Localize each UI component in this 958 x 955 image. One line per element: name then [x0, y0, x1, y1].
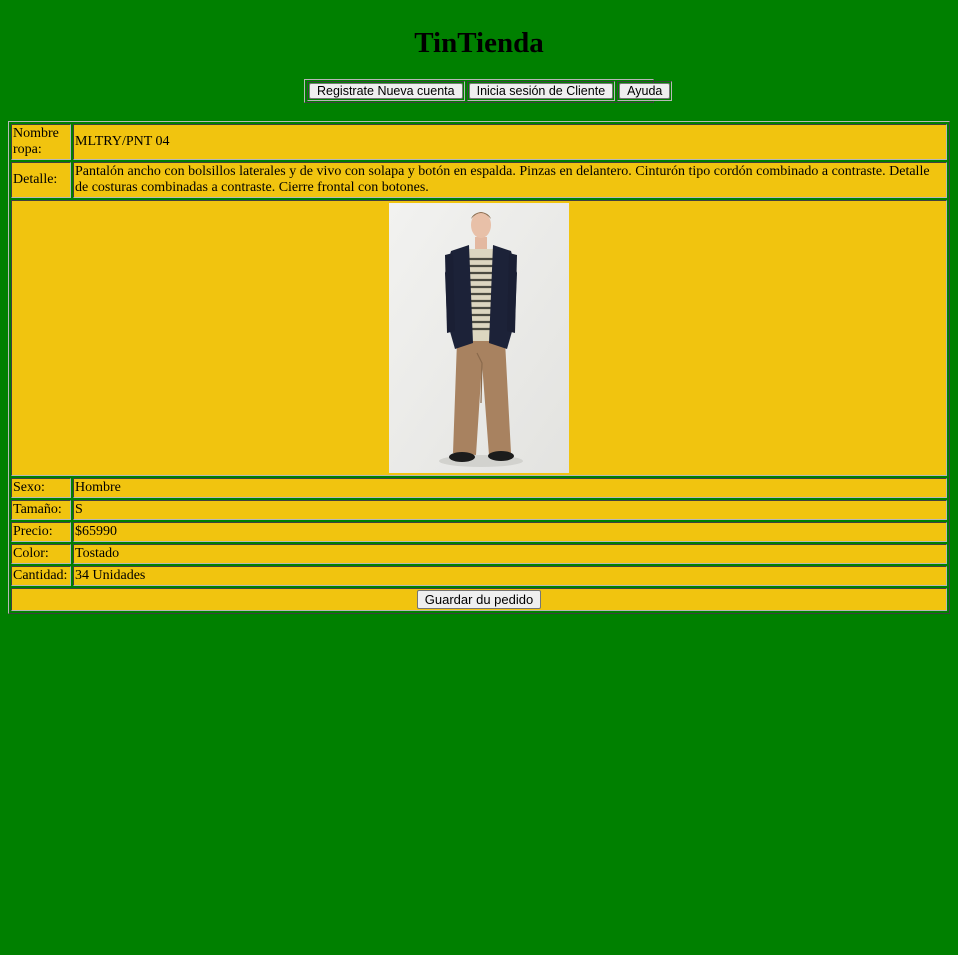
row-quantity: Cantidad: 34 Unidades — [11, 566, 947, 586]
name-value: MLTRY/PNT 04 — [73, 124, 947, 160]
detail-value: Pantalón ancho con bolsillos laterales y… — [73, 162, 947, 198]
row-save: Guardar du pedido — [11, 588, 947, 611]
color-label: Color: — [11, 544, 71, 564]
product-photo — [389, 203, 569, 473]
size-label: Tamaño: — [11, 500, 71, 520]
quantity-label: Cantidad: — [11, 566, 71, 586]
row-sex: Sexo: Hombre — [11, 478, 947, 498]
row-detail: Detalle: Pantalón ancho con bolsillos la… — [11, 162, 947, 198]
site-title: TinTienda — [414, 27, 544, 59]
login-button[interactable]: Inicia sesión de Cliente — [468, 83, 614, 99]
row-size: Tamaño: S — [11, 500, 947, 520]
quantity-value: 34 Unidades — [73, 566, 947, 586]
product-table: Nombre ropa: MLTRY/PNT 04 Detalle: Panta… — [8, 121, 950, 614]
nav-cell-register: Registrate Nueva cuenta — [307, 81, 465, 101]
row-name: Nombre ropa: MLTRY/PNT 04 — [11, 124, 947, 160]
price-label: Precio: — [11, 522, 71, 542]
size-value: S — [73, 500, 947, 520]
nav-bar: Registrate Nueva cuenta Inicia sesión de… — [304, 79, 673, 103]
nav-cell-login: Inicia sesión de Cliente — [466, 81, 616, 101]
row-image — [11, 200, 947, 476]
price-value: $65990 — [73, 522, 947, 542]
row-price: Precio: $65990 — [11, 522, 947, 542]
sex-value: Hombre — [73, 478, 947, 498]
name-label: Nombre ropa: — [11, 124, 71, 160]
save-order-button[interactable]: Guardar du pedido — [416, 590, 542, 609]
color-value: Tostado — [73, 544, 947, 564]
help-button[interactable]: Ayuda — [619, 83, 671, 99]
register-button[interactable]: Registrate Nueva cuenta — [309, 83, 463, 99]
row-color: Color: Tostado — [11, 544, 947, 564]
sex-label: Sexo: — [11, 478, 71, 498]
detail-label: Detalle: — [11, 162, 71, 198]
nav-cell-help: Ayuda — [617, 81, 673, 101]
save-cell: Guardar du pedido — [11, 588, 947, 611]
image-cell — [11, 200, 947, 476]
